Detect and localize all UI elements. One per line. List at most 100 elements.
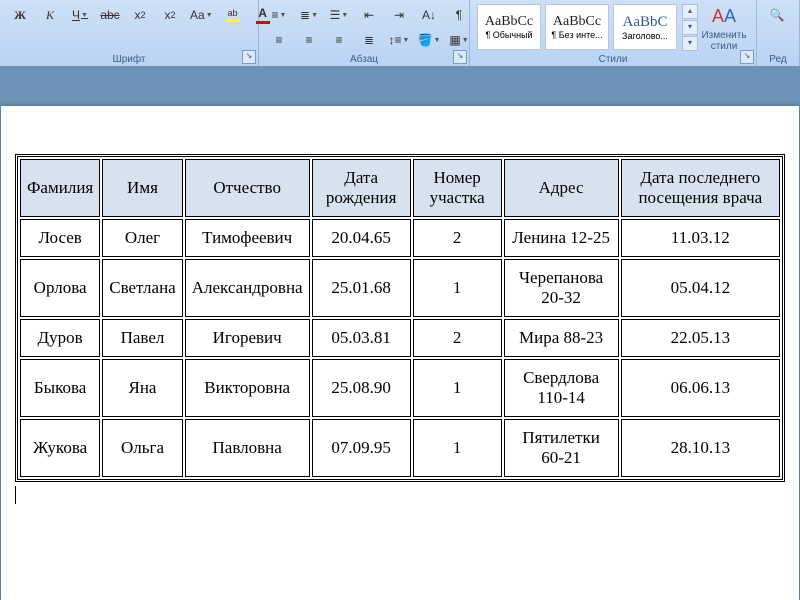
- table-cell[interactable]: Александровна: [185, 259, 310, 317]
- styles-scroll-up[interactable]: ▴: [682, 4, 698, 19]
- patients-table: Фамилия Имя Отчество Дата рождения Номер…: [15, 154, 785, 482]
- style-heading1[interactable]: AaBbC Заголово...: [613, 4, 677, 50]
- table-cell[interactable]: Викторовна: [185, 359, 310, 417]
- line-spacing-button[interactable]: ↕≡▼: [385, 29, 413, 51]
- justify-icon: ≣: [364, 33, 374, 47]
- bullets-button[interactable]: ≡▼: [265, 4, 293, 26]
- underline-button[interactable]: Ч▼: [66, 4, 94, 26]
- find-button[interactable]: 🔍: [763, 4, 791, 26]
- subscript-button[interactable]: x2: [126, 4, 154, 26]
- table-cell[interactable]: 05.04.12: [621, 259, 780, 317]
- change-case-button[interactable]: Aa▼: [186, 4, 217, 26]
- table-cell[interactable]: Орлова: [20, 259, 100, 317]
- table-cell[interactable]: Ленина 12-25: [504, 219, 619, 257]
- col-district: Номер участка: [413, 159, 502, 217]
- styles-dialog-launcher[interactable]: ↘: [740, 50, 754, 64]
- chevron-down-icon: ▼: [462, 37, 469, 44]
- table-cell[interactable]: 25.01.68: [312, 259, 411, 317]
- justify-button[interactable]: ≣: [355, 29, 383, 51]
- style-preview: AaBbCc: [485, 14, 533, 30]
- table-cell[interactable]: Черепанова 20-32: [504, 259, 619, 317]
- style-normal[interactable]: AaBbCc ¶ Обычный: [477, 4, 541, 50]
- indent-icon: ⇥: [394, 8, 404, 22]
- style-no-spacing[interactable]: AaBbCc ¶ Без инте...: [545, 4, 609, 50]
- style-preview: AaBbCc: [553, 14, 601, 30]
- chevron-down-icon: ▼: [280, 12, 287, 19]
- table-cell[interactable]: Свердлова 110-14: [504, 359, 619, 417]
- increase-indent-button[interactable]: ⇥: [385, 4, 413, 26]
- table-cell[interactable]: 05.03.81: [312, 319, 411, 357]
- change-styles-icon: AA: [712, 4, 736, 28]
- table-cell[interactable]: 2: [413, 319, 502, 357]
- chevron-down-icon: ▼: [341, 12, 348, 19]
- line-spacing-icon: ↕≡: [389, 33, 402, 47]
- sort-button[interactable]: A↓: [415, 4, 443, 26]
- styles-scroll-down[interactable]: ▾: [682, 20, 698, 35]
- strikethrough-button[interactable]: abc: [96, 4, 124, 26]
- table-cell[interactable]: 1: [413, 359, 502, 417]
- table-cell[interactable]: Игоревич: [185, 319, 310, 357]
- table-cell[interactable]: Тимофеевич: [185, 219, 310, 257]
- align-center-button[interactable]: ≡: [295, 29, 323, 51]
- table-cell[interactable]: 22.05.13: [621, 319, 780, 357]
- font-dialog-launcher[interactable]: ↘: [242, 50, 256, 64]
- group-editing: 🔍 Ред: [757, 0, 800, 66]
- find-icon: 🔍: [770, 8, 785, 22]
- paragraph-dialog-launcher[interactable]: ↘: [453, 50, 467, 64]
- table-cell[interactable]: Мира 88-23: [504, 319, 619, 357]
- align-left-icon: ≡: [275, 33, 282, 47]
- document-area: Фамилия Имя Отчество Дата рождения Номер…: [0, 66, 800, 600]
- table-cell[interactable]: Пятилетки 60-21: [504, 419, 619, 477]
- style-name: ¶ Обычный: [485, 30, 532, 40]
- bold-button[interactable]: Ж: [6, 4, 34, 26]
- table-cell[interactable]: Светлана: [102, 259, 183, 317]
- multilevel-list-button[interactable]: ☰▼: [325, 4, 353, 26]
- borders-button[interactable]: ▦▼: [445, 29, 473, 51]
- table-header-row: Фамилия Имя Отчество Дата рождения Номер…: [20, 159, 780, 217]
- table-cell[interactable]: 1: [413, 419, 502, 477]
- group-label-styles: Стили: [470, 54, 756, 65]
- change-case-label: Aa: [190, 8, 205, 22]
- align-left-button[interactable]: ≡: [265, 29, 293, 51]
- table-cell[interactable]: Быкова: [20, 359, 100, 417]
- col-address: Адрес: [504, 159, 619, 217]
- text-cursor: [15, 486, 16, 504]
- table-cell[interactable]: 2: [413, 219, 502, 257]
- numbering-button[interactable]: ≣▼: [295, 4, 323, 26]
- sort-icon: A↓: [422, 8, 436, 22]
- superscript-button[interactable]: x2: [156, 4, 184, 26]
- outdent-icon: ⇤: [364, 8, 374, 22]
- show-marks-button[interactable]: ¶: [445, 4, 473, 26]
- col-lastname: Фамилия: [20, 159, 100, 217]
- group-label-paragraph: Абзац: [259, 54, 469, 65]
- table-cell[interactable]: 06.06.13: [621, 359, 780, 417]
- decrease-indent-button[interactable]: ⇤: [355, 4, 383, 26]
- table-cell[interactable]: Ольга: [102, 419, 183, 477]
- align-right-button[interactable]: ≡: [325, 29, 353, 51]
- group-paragraph: ≡▼ ≣▼ ☰▼ ⇤ ⇥ A↓ ¶ ≡ ≡ ≡ ≣ ↕≡▼ 🪣▼ ▦▼ Абза…: [259, 0, 470, 66]
- table-cell[interactable]: 11.03.12: [621, 219, 780, 257]
- table-cell[interactable]: 1: [413, 259, 502, 317]
- pilcrow-icon: ¶: [456, 8, 462, 22]
- highlight-color-button[interactable]: ab: [219, 4, 247, 26]
- table-cell[interactable]: Павел: [102, 319, 183, 357]
- col-patronymic: Отчество: [185, 159, 310, 217]
- table-cell[interactable]: Яна: [102, 359, 183, 417]
- table-cell[interactable]: 07.09.95: [312, 419, 411, 477]
- styles-expand[interactable]: ▾: [682, 36, 698, 51]
- table-cell[interactable]: Павловна: [185, 419, 310, 477]
- table-cell[interactable]: 20.04.65: [312, 219, 411, 257]
- align-right-icon: ≡: [335, 33, 342, 47]
- table-cell[interactable]: Лосев: [20, 219, 100, 257]
- change-styles-button[interactable]: AA Изменить стили: [698, 4, 750, 52]
- italic-button[interactable]: К: [36, 4, 64, 26]
- table-cell[interactable]: Олег: [102, 219, 183, 257]
- col-lastvisit: Дата последнего посещения врача: [621, 159, 780, 217]
- table-cell[interactable]: 28.10.13: [621, 419, 780, 477]
- document-page[interactable]: Фамилия Имя Отчество Дата рождения Номер…: [1, 106, 799, 600]
- table-cell[interactable]: 25.08.90: [312, 359, 411, 417]
- table-cell[interactable]: Дуров: [20, 319, 100, 357]
- table-cell[interactable]: Жукова: [20, 419, 100, 477]
- style-name: ¶ Без инте...: [551, 30, 602, 40]
- shading-button[interactable]: 🪣▼: [415, 29, 443, 51]
